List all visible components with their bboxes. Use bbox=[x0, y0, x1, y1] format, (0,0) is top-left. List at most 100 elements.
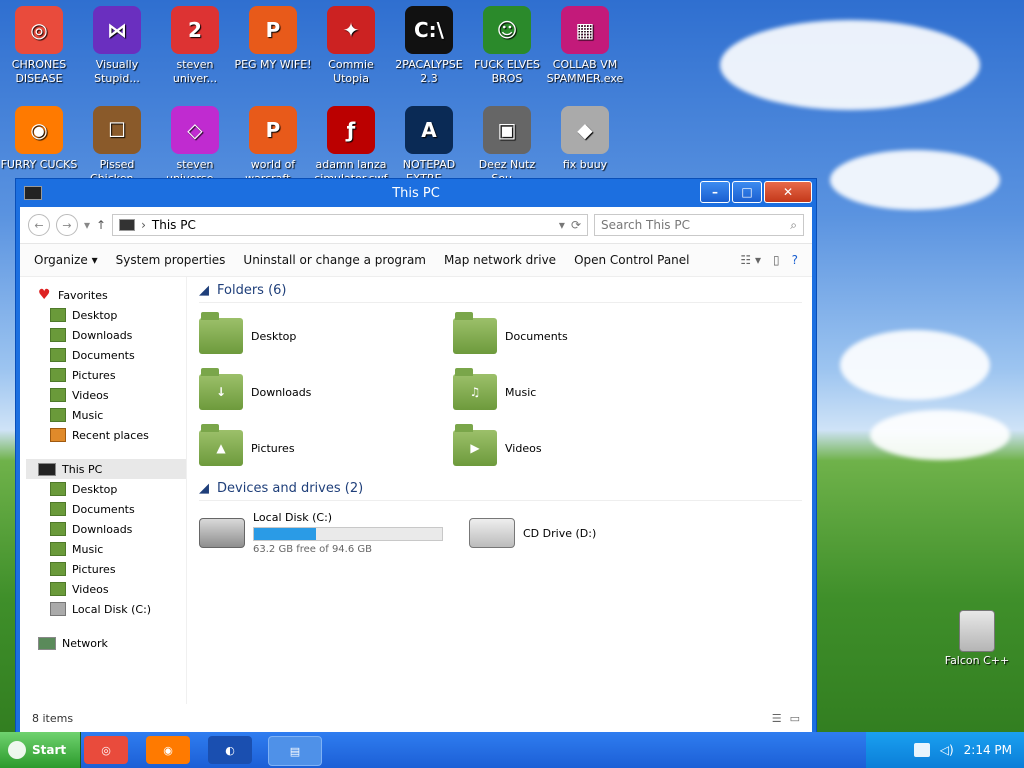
folder-tile[interactable]: ↓ Downloads bbox=[199, 368, 453, 415]
refresh-icon[interactable]: ⟳ bbox=[571, 218, 581, 232]
taskbar-app-icon[interactable]: ◐ bbox=[208, 736, 252, 764]
start-logo-icon bbox=[8, 741, 26, 759]
recent-dropdown-icon[interactable]: ▾ bbox=[84, 218, 90, 232]
open-control-panel-button[interactable]: Open Control Panel bbox=[574, 253, 689, 267]
system-properties-button[interactable]: System properties bbox=[116, 253, 226, 267]
nav-item[interactable]: Videos bbox=[26, 579, 186, 599]
desktop-icon-label: Falcon C++ bbox=[944, 654, 1010, 667]
desktop-icon[interactable]: ⋈ Visually Stupid... bbox=[78, 6, 156, 86]
up-arrow-icon[interactable]: ↑ bbox=[96, 218, 106, 232]
address-dropdown-icon[interactable]: ▾ bbox=[559, 218, 565, 232]
organize-button[interactable]: Organize ▾ bbox=[34, 253, 98, 267]
folder-tile[interactable]: ▲ Pictures bbox=[199, 424, 453, 471]
nav-this-pc[interactable]: This PC bbox=[26, 459, 186, 479]
back-icon[interactable]: ← bbox=[28, 214, 50, 236]
help-icon[interactable]: ? bbox=[792, 253, 798, 267]
nav-network[interactable]: Network bbox=[26, 633, 186, 653]
desktop-icon[interactable]: 2 steven univer... bbox=[156, 6, 234, 86]
devices-section-header[interactable]: ◢ Devices and drives (2) bbox=[199, 481, 802, 501]
file-explorer-taskbar-icon[interactable]: ▤ bbox=[268, 736, 322, 766]
desktop-icon[interactable]: ▦ COLLAB VM SPAMMER.exe bbox=[546, 6, 624, 86]
navigation-pane: ♥ Favorites Desktop Downloads Documents P… bbox=[20, 277, 187, 704]
drive-tile[interactable]: Local Disk (C:) 63.2 GB free of 94.6 GB bbox=[199, 511, 449, 555]
hard-disk-icon bbox=[199, 518, 245, 548]
folder-icon bbox=[50, 482, 66, 496]
item-count: 8 items bbox=[32, 711, 74, 725]
breadcrumb: This PC bbox=[151, 218, 196, 232]
nav-item[interactable]: Downloads bbox=[26, 519, 186, 539]
nav-item[interactable]: Recent places bbox=[26, 425, 186, 445]
desktop-icon[interactable]: ◎ CHRONES DISEASE bbox=[0, 6, 78, 86]
large-icons-view-icon[interactable]: ▭ bbox=[790, 712, 800, 725]
minimize-button[interactable]: – bbox=[700, 181, 730, 203]
drive-free-space: 63.2 GB free of 94.6 GB bbox=[253, 544, 372, 555]
nav-item[interactable]: Videos bbox=[26, 385, 186, 405]
volume-icon[interactable]: ◁) bbox=[940, 743, 954, 757]
chrome-taskbar-icon[interactable]: ◎ bbox=[84, 736, 128, 764]
nav-item[interactable]: Desktop bbox=[26, 479, 186, 499]
folder-tile[interactable]: Desktop bbox=[199, 312, 453, 359]
nav-favorites[interactable]: ♥ Favorites bbox=[26, 285, 186, 305]
folder-icon bbox=[50, 582, 66, 596]
nav-item[interactable]: Music bbox=[26, 539, 186, 559]
desktop-icon[interactable]: Pworld of warcraft... bbox=[234, 106, 312, 186]
window-client: ← → ▾ ↑ › This PC ▾ ⟳ Search This PC ⌕ O… bbox=[20, 207, 812, 732]
folders-section-header[interactable]: ◢ Folders (6) bbox=[199, 283, 802, 303]
documents-folder-icon bbox=[453, 312, 497, 354]
nav-item[interactable]: Downloads bbox=[26, 325, 186, 345]
folder-icon bbox=[50, 542, 66, 556]
address-row: ← → ▾ ↑ › This PC ▾ ⟳ Search This PC ⌕ bbox=[20, 207, 812, 244]
desktop-icon[interactable]: ☺ FUCK ELVES BROS bbox=[468, 6, 546, 86]
details-view-icon[interactable]: ☰ bbox=[772, 712, 782, 725]
maximize-button[interactable]: □ bbox=[732, 181, 762, 203]
app-icon: ◎ bbox=[15, 6, 63, 54]
preview-pane-icon[interactable]: ▯ bbox=[773, 253, 780, 267]
drives-list: Local Disk (C:) 63.2 GB free of 94.6 GB … bbox=[199, 511, 802, 555]
nav-item[interactable]: Documents bbox=[26, 499, 186, 519]
app-icon: ◇ bbox=[171, 106, 219, 154]
map-network-drive-button[interactable]: Map network drive bbox=[444, 253, 556, 267]
forward-icon[interactable]: → bbox=[56, 214, 78, 236]
app-icon: ✦ bbox=[327, 6, 375, 54]
app-icon: ▣ bbox=[483, 106, 531, 154]
desktop-icon[interactable]: ◉ FURRY CUCKS bbox=[0, 106, 78, 172]
desktop-icon[interactable]: ▣Deez Nutz Sou... bbox=[468, 106, 546, 186]
drive-tile[interactable]: CD Drive (D:) bbox=[469, 511, 719, 555]
uninstall-program-button[interactable]: Uninstall or change a program bbox=[243, 253, 426, 267]
folder-icon bbox=[50, 308, 66, 322]
folder-tile[interactable]: ♫ Music bbox=[453, 368, 707, 415]
nav-item[interactable]: Desktop bbox=[26, 305, 186, 325]
desktop-icon[interactable]: ☐Pissed Chicken... bbox=[78, 106, 156, 186]
desktop-icon[interactable]: Falcon C++ bbox=[944, 610, 1010, 667]
folder-tile[interactable]: ▶ Videos bbox=[453, 424, 707, 471]
address-bar[interactable]: › This PC ▾ ⟳ bbox=[112, 214, 588, 236]
nav-item[interactable]: Music bbox=[26, 405, 186, 425]
app-icon: C:\ bbox=[405, 6, 453, 54]
desktop-icon[interactable]: ✦ Commie Utopia bbox=[312, 6, 390, 86]
breadcrumb-chevron-icon: › bbox=[141, 218, 146, 232]
close-button[interactable]: ✕ bbox=[764, 181, 812, 203]
nav-item[interactable]: Pictures bbox=[26, 559, 186, 579]
folder-tile[interactable]: Documents bbox=[453, 312, 707, 359]
computer-icon bbox=[119, 219, 136, 231]
status-bar: 8 items ☰ ▭ bbox=[20, 704, 812, 732]
desktop-icon[interactable]: C:\ 2PACALYPSE 2.3 bbox=[390, 6, 468, 86]
desktop-icon[interactable]: ◇steven universe... bbox=[156, 106, 234, 186]
start-button[interactable]: Start bbox=[0, 732, 81, 768]
desktop-icon[interactable]: P PEG MY WIFE! bbox=[234, 6, 312, 72]
clock[interactable]: 2:14 PM bbox=[964, 743, 1012, 757]
nav-item[interactable]: Local Disk (C:) bbox=[26, 599, 186, 619]
nav-item[interactable]: Pictures bbox=[26, 365, 186, 385]
computer-icon bbox=[38, 462, 56, 476]
nav-item[interactable]: Documents bbox=[26, 345, 186, 365]
view-options-icon[interactable]: ☷ ▾ bbox=[740, 253, 761, 267]
desktop-icon[interactable]: ◆ fix buuy bbox=[546, 106, 624, 172]
desktop-icon[interactable]: ANOTEPAD EXTRE... bbox=[390, 106, 468, 186]
title-bar[interactable]: This PC – □ ✕ bbox=[16, 179, 816, 207]
network-icon bbox=[38, 636, 56, 650]
search-placeholder: Search This PC bbox=[601, 218, 690, 232]
desktop-icon[interactable]: ƒadamn lanza simulator.swf bbox=[312, 106, 390, 186]
network-tray-icon[interactable] bbox=[913, 743, 930, 757]
search-input[interactable]: Search This PC ⌕ bbox=[594, 214, 804, 236]
firefox-taskbar-icon[interactable]: ◉ bbox=[146, 736, 190, 764]
